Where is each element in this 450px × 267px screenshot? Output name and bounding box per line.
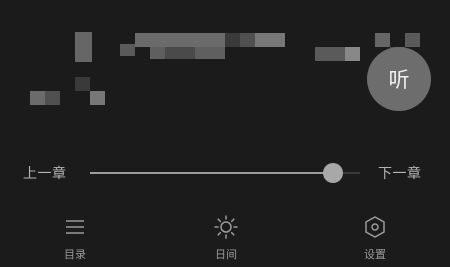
chapter-progress-slider[interactable] (90, 163, 360, 183)
chapter-progress-fill (90, 172, 333, 174)
listen-label: 听 (388, 68, 410, 92)
prev-chapter-button[interactable]: 上一章 (23, 163, 67, 183)
nav-day-label: 日间 (215, 248, 237, 261)
next-chapter-button[interactable]: 下一章 (378, 163, 422, 183)
nav-day-mode[interactable]: 日间 (196, 214, 256, 262)
hexagon-settings-icon (365, 216, 385, 238)
nav-settings-label: 设置 (364, 248, 386, 261)
chapter-progress-handle[interactable] (323, 163, 343, 183)
bottom-nav: 目录 日间 设置 (0, 214, 450, 267)
sun-icon (214, 215, 238, 239)
nav-catalog-label: 目录 (64, 248, 86, 261)
nav-settings[interactable]: 设置 (345, 214, 405, 262)
menu-list-icon (66, 220, 84, 234)
nav-catalog[interactable]: 目录 (45, 214, 105, 262)
listen-button[interactable]: 听 (367, 47, 431, 111)
